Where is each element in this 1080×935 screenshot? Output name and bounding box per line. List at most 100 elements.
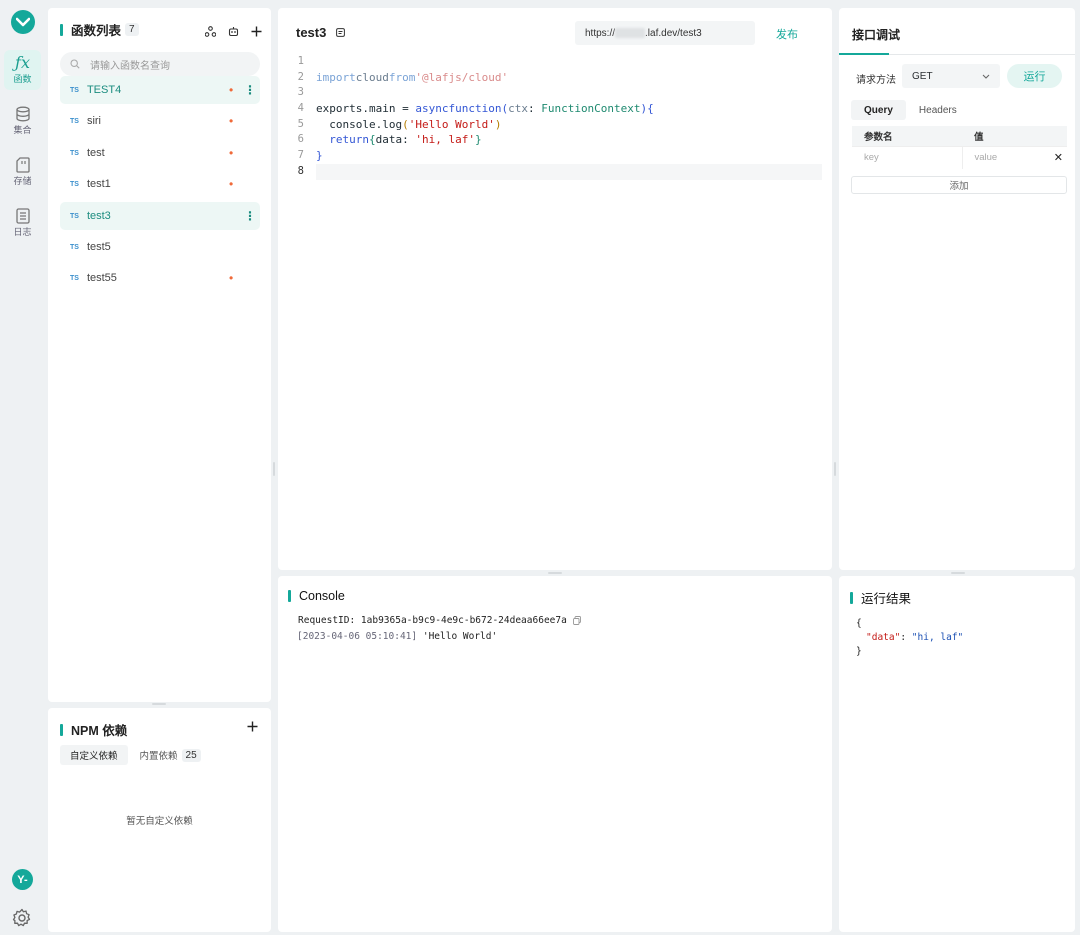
tab-query[interactable]: Query [851,100,906,120]
laf-logo[interactable] [11,10,35,34]
method-select[interactable]: GET [902,64,1000,88]
npm-header: NPM 依赖 [60,720,127,739]
function-list-header: 函数列表 7 [60,20,139,39]
function-search-input[interactable]: 请输入函数名查询 [60,52,260,76]
tab-builtin-deps[interactable]: 内置依赖 25 [134,745,207,765]
function-name: test3 [86,210,111,222]
copy-icon[interactable] [572,616,581,625]
typescript-icon: TS [70,117,79,125]
resize-handle[interactable] [834,462,836,476]
function-name: TEST4 [86,84,122,96]
function-item[interactable]: TS TEST4 • ⋮ [60,76,260,104]
console-header: Console [288,589,345,603]
edit-info-icon[interactable] [336,28,346,37]
function-item[interactable]: TS test • [60,139,260,167]
section-accent-bar [288,590,291,602]
table-row: key value ✕ [852,145,1067,169]
code-line: 1 [297,55,304,67]
tab-headers[interactable]: Headers [906,100,970,120]
function-item[interactable]: TS test1 • [60,170,260,198]
function-list-title: 函数列表 [71,24,122,38]
json-open: { [856,618,862,629]
nav-storage-label: 存储 [13,176,32,186]
npm-tabs: 自定义依赖 内置依赖 25 [60,745,207,765]
nav-rail: ƒx 函数 集合 存储 日志 Y- [0,0,46,935]
npm-panel: NPM 依赖 自定义依赖 内置依赖 25 暂无自定义依赖 [48,708,271,932]
nav-collections[interactable]: 集合 [4,101,41,141]
function-url-field[interactable]: https:// .laf.dev/test3 [575,21,755,45]
api-debug-panel: 接口调试 请求方法 GET 运行 Query Headers 参数名 值 key… [839,8,1075,570]
console-panel: Console RequestID: 1ab9365a-b9c9-4e9c-b6… [278,576,832,932]
function-item[interactable]: TS test5 [60,233,260,261]
function-name: test55 [86,272,117,284]
nav-collections-label: 集合 [13,125,32,135]
chevron-down-icon [982,74,990,79]
section-accent-bar [850,591,853,604]
function-item[interactable]: TS test55 • [60,264,260,292]
api-debug-tab[interactable]: 接口调试 [852,26,900,43]
remove-row-close-icon[interactable]: ✕ [1041,145,1067,169]
resize-handle[interactable] [152,703,166,705]
function-item[interactable]: TS test3 ⋮ [60,202,260,230]
more-options-icon[interactable]: ⋮ [244,82,256,98]
code-editor[interactable]: 1 2 import cloud from '@lafjs/cloud' 3 4e… [288,54,822,180]
active-tab-indicator [839,53,889,55]
json-entry: "data": "hi, laf" [856,631,963,645]
settings-gear-icon[interactable] [12,908,32,928]
unsaved-dot-icon: • [229,114,234,128]
console-title: Console [299,589,345,603]
unsaved-dot-icon: • [229,177,234,191]
col-action [1041,126,1067,146]
param-tabs: Query Headers [851,100,970,120]
request-id: RequestID: 1ab9365a-b9c9-4e9c-b672-24dea… [298,615,567,626]
publish-button[interactable]: 发布 [776,26,798,42]
add-dependency-icon[interactable] [247,721,258,732]
result-header: 运行结果 [850,588,911,607]
resize-handle[interactable] [951,572,965,574]
editor-panel: test3 https:// .laf.dev/test3 发布 1 2 impo… [278,8,832,570]
log-icon [15,208,30,224]
robot-icon[interactable] [228,26,239,37]
function-name: test1 [86,178,111,190]
log-message: 'Hello World' [422,631,498,642]
more-options-icon[interactable]: ⋮ [244,208,256,224]
col-param-name: 参数名 [852,126,962,146]
add-param-button[interactable]: 添加 [851,176,1067,194]
resize-handle[interactable] [548,572,562,574]
nav-storage[interactable]: 存储 [4,152,41,192]
storage-icon [15,157,30,173]
key-input[interactable]: key [852,145,962,169]
url-prefix: https:// [585,27,616,39]
function-count-badge: 7 [125,23,139,36]
code-line: 2 import cloud from '@lafjs/cloud' [297,70,509,84]
typescript-icon: TS [70,243,79,251]
tab-custom-deps[interactable]: 自定义依赖 [60,745,128,765]
typescript-icon: TS [70,274,79,282]
add-function-icon[interactable] [251,26,262,37]
typescript-icon: TS [70,212,79,220]
nav-functions[interactable]: ƒx 函数 [4,50,41,90]
function-item[interactable]: TS siri • [60,107,260,135]
function-name: test5 [86,241,111,253]
search-icon [70,59,80,69]
dependency-graph-icon[interactable] [205,26,216,37]
url-suffix: .laf.dev/test3 [645,27,702,39]
section-accent-bar [60,723,63,736]
editor-tab[interactable]: test3 [296,25,346,40]
section-accent-bar [60,23,63,36]
resize-handle[interactable] [273,462,275,476]
editor-tab-title: test3 [296,25,327,40]
function-name: test [86,147,105,159]
run-button[interactable]: 运行 [1007,64,1062,88]
value-input[interactable]: value [961,145,1042,169]
typescript-icon: TS [70,86,79,94]
code-line: 7} [297,149,323,163]
tab-builtin-deps-label: 内置依赖 [139,751,178,762]
database-icon [15,106,30,122]
function-name: siri [86,115,102,127]
nav-logs[interactable]: 日志 [4,203,41,243]
table-header-row: 参数名 值 [852,126,1067,146]
code-line: 4 exports.main = async function (ctx: Fun… [297,102,654,116]
builtin-deps-count: 25 [181,748,201,762]
user-avatar[interactable]: Y- [12,869,33,890]
